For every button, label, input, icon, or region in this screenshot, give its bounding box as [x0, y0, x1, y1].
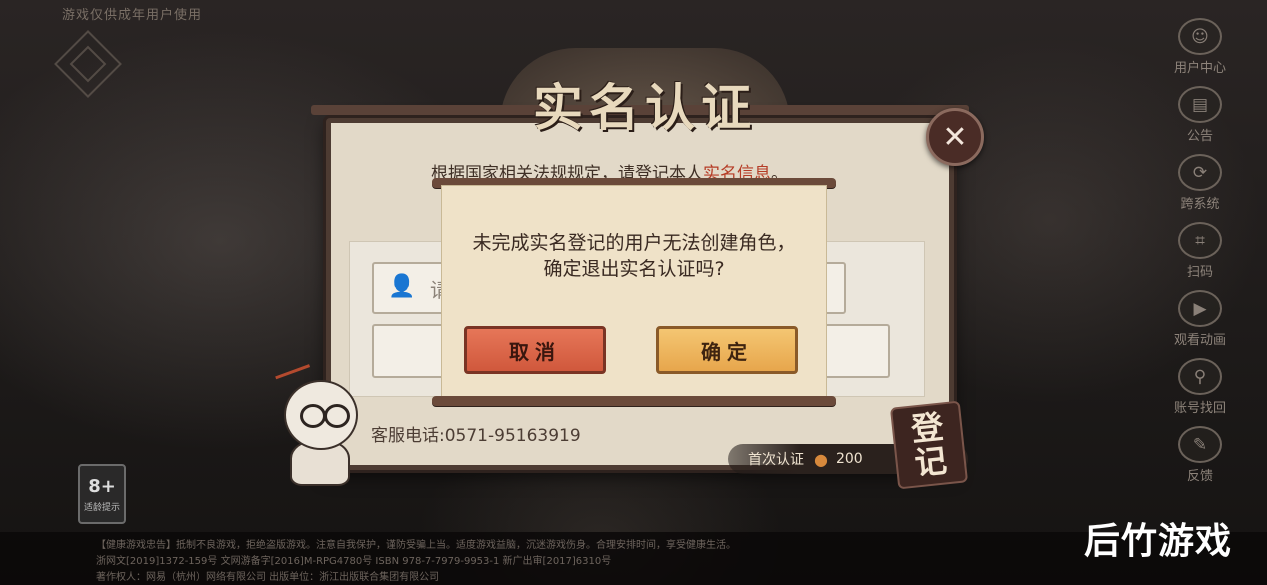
close-button[interactable]: ✕	[926, 108, 984, 166]
mascot-character	[275, 364, 366, 486]
footer-line-2: 浙网文[2019]1372-159号 文网游备字[2016]M-RPG4780号…	[96, 556, 612, 567]
close-icon: ✕	[942, 119, 968, 155]
side-menu-item[interactable]: ▤ 公告	[1165, 86, 1235, 144]
first-verify-label: 首次认证	[748, 452, 804, 468]
side-menu-item[interactable]: ✎ 反馈	[1165, 426, 1235, 484]
cross-system-icon: ⟳	[1178, 154, 1222, 191]
customer-service-hotline: 客服电话:0571-95163919	[371, 426, 581, 446]
confirm-popup: 未完成实名登记的用户无法创建角色，确定退出实名认证吗? 取消 确定	[442, 186, 826, 400]
side-menu-label: 跨系统	[1180, 197, 1220, 212]
side-menu-item[interactable]: ⌗ 扫码	[1165, 222, 1235, 280]
side-menu-label: 公告	[1186, 129, 1213, 144]
side-menu-item[interactable]: ☺ 用户中心	[1165, 18, 1235, 76]
footer-notice: 【健康游戏忠告】抵制不良游戏，拒绝盗版游戏。注意自我保护，谨防受骗上当。适度游戏…	[0, 532, 1267, 585]
register-label-2: 记	[912, 441, 949, 483]
user-center-icon: ☺	[1178, 18, 1222, 55]
side-menu-label: 观看动画	[1173, 333, 1226, 348]
side-menu-item[interactable]: ⟳ 跨系统	[1165, 154, 1235, 212]
side-menu-item[interactable]: ⚲ 账号找回	[1165, 358, 1235, 416]
footer-line-3: 著作权人：网易（杭州）网络有限公司 出版单位：浙江出版联合集团有限公司	[96, 572, 440, 583]
first-verify-amount: 200	[835, 451, 863, 467]
cancel-button[interactable]: 取消	[464, 326, 606, 374]
side-menu: ☺ 用户中心 ▤ 公告 ⟳ 跨系统 ⌗ 扫码 ▶ 观看动画 ⚲ 账号找回 ✎ 反馈	[1165, 18, 1235, 494]
side-menu-label: 账号找回	[1173, 401, 1226, 416]
account-recover-icon: ⚲	[1178, 358, 1222, 395]
age-rating-badge: 8+ 适龄提示	[78, 464, 126, 524]
side-menu-label: 扫码	[1186, 265, 1213, 280]
user-icon: 👤	[388, 274, 416, 299]
confirm-button[interactable]: 确定	[656, 326, 798, 374]
announcement-icon: ▤	[1178, 86, 1222, 123]
register-button[interactable]: 登 记	[889, 400, 969, 490]
watermark: 后竹游戏	[1084, 521, 1233, 562]
dialog-title: 实名认证	[533, 78, 757, 137]
side-menu-label: 反馈	[1186, 469, 1213, 484]
reward-coin-icon: ●	[814, 449, 828, 469]
side-menu-item[interactable]: ▶ 观看动画	[1165, 290, 1235, 348]
film-icon: ▶	[1178, 290, 1222, 327]
popup-bottom-rod	[432, 396, 836, 406]
popup-message: 未完成实名登记的用户无法创建角色，确定退出实名认证吗?	[472, 232, 796, 280]
top-notice: 游戏仅供成年用户使用	[62, 8, 203, 23]
age-rating-text: 适龄提示	[83, 502, 120, 513]
feedback-icon: ✎	[1178, 426, 1222, 463]
scan-icon: ⌗	[1178, 222, 1222, 259]
side-menu-label: 用户中心	[1173, 61, 1226, 76]
footer-line-1: 【健康游戏忠告】抵制不良游戏，拒绝盗版游戏。注意自我保护，谨防受骗上当。适度游戏…	[96, 540, 736, 551]
age-rating-number: 8+	[88, 475, 116, 497]
